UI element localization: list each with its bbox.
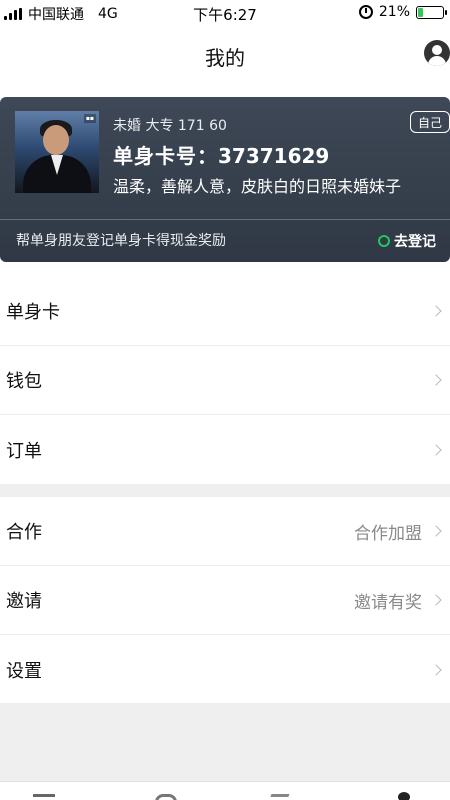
- chevron-right-icon: [430, 443, 442, 456]
- page-title: 我的: [205, 46, 245, 70]
- nav-header: 我的: [0, 28, 450, 80]
- card-divider: [0, 219, 450, 220]
- menu-item-invite[interactable]: 邀请 邀请有奖: [0, 566, 450, 635]
- menu-item-label: 单身卡: [6, 302, 60, 323]
- menu-group-more: 合作 合作加盟 邀请 邀请有奖 设置: [0, 497, 450, 704]
- chevron-right-icon: [430, 663, 442, 676]
- single-card-panel[interactable]: ▪▪ 未婚 大专 171 60 自己 单身卡号：37371629 温柔，善解人意…: [0, 97, 450, 262]
- menu-item-orders[interactable]: 订单: [0, 415, 450, 484]
- tab-profile-icon[interactable]: [398, 792, 410, 800]
- tab-discover-icon[interactable]: [268, 794, 290, 800]
- menu-item-settings[interactable]: 设置: [0, 635, 450, 704]
- profile-meta: 未婚 大专 171 60: [113, 118, 227, 134]
- bottom-spacer: [0, 703, 450, 781]
- card-number: 单身卡号：37371629: [113, 140, 329, 169]
- menu-group-main: 单身卡 钱包 订单: [0, 277, 450, 484]
- card-number-value: 37371629: [218, 144, 330, 168]
- register-label: 去登记: [394, 234, 436, 250]
- menu-item-single-card[interactable]: 单身卡: [0, 277, 450, 346]
- menu-item-value: 邀请有奖: [354, 592, 422, 613]
- menu-item-wallet[interactable]: 钱包: [0, 346, 450, 415]
- battery-icon: [416, 5, 447, 19]
- menu-item-label: 合作: [6, 522, 42, 543]
- chevron-right-icon: [430, 305, 442, 317]
- circle-icon: [378, 235, 390, 247]
- menu-item-label: 设置: [6, 660, 42, 682]
- alarm-icon: [358, 5, 373, 19]
- user-profile-icon[interactable]: [424, 40, 450, 66]
- menu-item-label: 钱包: [6, 371, 42, 392]
- menu-item-value: 合作加盟: [354, 523, 422, 544]
- watermark-icon: ▪▪: [83, 114, 96, 123]
- bottom-tab-bar: [0, 781, 450, 800]
- menu-item-label: 订单: [6, 440, 42, 462]
- avatar[interactable]: ▪▪: [15, 111, 99, 193]
- battery-percent: 21%: [378, 4, 410, 20]
- chevron-right-icon: [430, 374, 442, 386]
- referral-promo-text: 帮单身朋友登记单身卡得现金奖励: [16, 233, 226, 249]
- section-separator: [0, 484, 450, 497]
- tab-home-icon[interactable]: [33, 794, 55, 800]
- status-bar: 中国联通 4G 下午6:27 21%: [0, 0, 450, 26]
- chevron-right-icon: [430, 594, 442, 606]
- chevron-right-icon: [430, 525, 442, 537]
- tab-heart-icon[interactable]: [155, 794, 177, 800]
- battery-fill: [418, 7, 424, 17]
- profile-description: 温柔，善解人意，皮肤白的日照未婚妹子: [113, 177, 402, 196]
- register-button[interactable]: 去登记: [378, 231, 436, 251]
- status-right: 21%: [358, 4, 447, 20]
- self-badge[interactable]: 自己: [410, 111, 450, 133]
- menu-item-cooperation[interactable]: 合作 合作加盟: [0, 497, 450, 566]
- menu-item-label: 邀请: [6, 591, 42, 612]
- card-number-label: 单身卡号：: [113, 144, 218, 168]
